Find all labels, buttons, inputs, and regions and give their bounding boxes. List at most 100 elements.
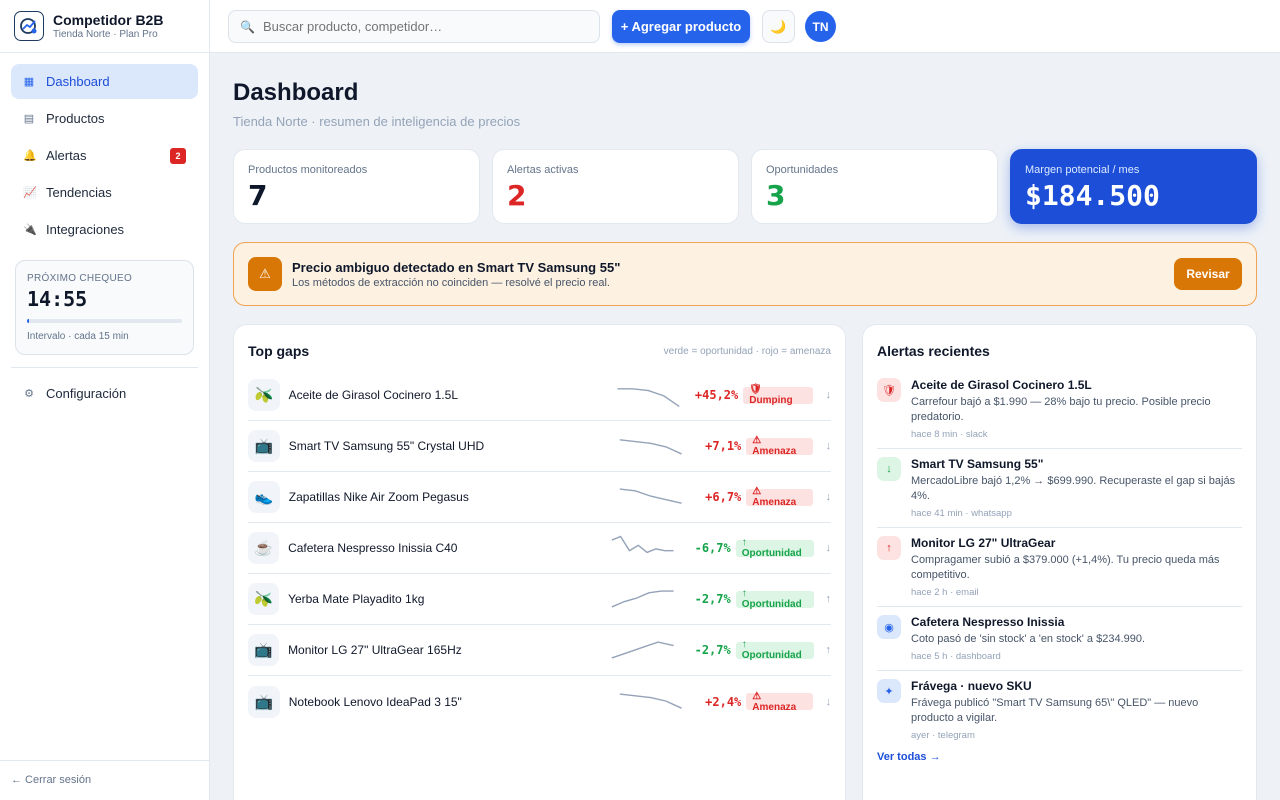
sidebar-item-tendencias[interactable]: 📈 Tendencias	[11, 175, 198, 210]
topbar: 🔍 + Agregar producto 🌙 TN	[210, 0, 1280, 53]
brand-sub: Tienda Norte · Plan Pro	[53, 29, 158, 40]
sparkline-line	[620, 692, 683, 709]
banner-title: Precio ambiguo detectado en Smart TV Sam…	[292, 259, 621, 275]
product-name: Yerba Mate Playadito 1kg	[288, 592, 425, 606]
alert-type-icon: 🛡	[877, 378, 901, 402]
gap-row[interactable]: 📺 Smart TV Samsung 55" Crystal UHD +7,1% ⚠ …	[248, 421, 831, 472]
trend-arrow-icon[interactable]: ↓	[813, 696, 832, 708]
sidebar-item-integraciones[interactable]: 🔌 Integraciones	[11, 212, 198, 247]
recent-alert-item[interactable]: ↓ Smart TV Samsung 55" MercadoLibre bajó 1…	[877, 449, 1242, 528]
gap-row[interactable]: 👟 Zapatillas Nike Air Zoom Pegasus +6,7% ⚠ …	[248, 472, 831, 523]
gap-row[interactable]: 📺 Notebook Lenovo IdeaPad 3 15" +2,4% ⚠ Ame…	[248, 676, 831, 727]
ambiguous-price-banner: ⚠ Precio ambiguo detectado en Smart TV S…	[233, 242, 1257, 306]
next-check-label: PRÓXIMO CHEQUEO	[27, 273, 133, 284]
warning-icon: ⚠	[248, 257, 282, 291]
recent-alert-item[interactable]: 🛡 Aceite de Girasol Cocinero 1.5L Carrefou…	[877, 370, 1242, 449]
gap-tag: ⚠ Amenaza	[746, 435, 814, 457]
brand: Competidor B2B Tienda Norte · Plan Pro	[0, 0, 209, 53]
banner-text: Los métodos de extracción no coinciden —…	[292, 276, 610, 289]
sidebar-item-label: Dashboard	[46, 74, 110, 89]
stat-card-alertas: Alertas activas 2	[492, 149, 739, 224]
chart-icon: 📈	[23, 187, 37, 199]
add-product-button[interactable]: + Agregar producto	[612, 10, 750, 43]
product-name: Smart TV Samsung 55" Crystal UHD	[288, 439, 485, 453]
trend-sparkline	[620, 488, 683, 504]
search-input[interactable]	[262, 19, 583, 34]
sidebar-settings: ⚙ Configuración	[0, 368, 209, 411]
gap-tag: ⚠ Amenaza	[746, 486, 814, 508]
trend-sparkline	[620, 692, 683, 709]
sparkline-line	[620, 439, 683, 455]
stat-label: Alertas activas	[507, 164, 579, 176]
sparkline-line	[620, 488, 683, 504]
trend-sparkline	[620, 439, 683, 455]
next-check-time: 14:55	[27, 287, 88, 311]
trend-sparkline	[611, 590, 674, 608]
recent-alert-item[interactable]: ✦ Frávega · nuevo SKU Frávega publicó "Sma…	[877, 671, 1242, 749]
recent-alert-item[interactable]: ◉ Cafetera Nespresso Inissia Coto pasó de …	[877, 607, 1242, 671]
logo-icon	[14, 11, 44, 41]
trend-arrow-icon[interactable]: ↓	[813, 440, 832, 452]
moon-icon: 🌙	[770, 18, 787, 34]
product-thumb-icon: 📺	[248, 685, 280, 718]
gap-tag: ↑ Oportunidad	[735, 639, 814, 661]
sidebar-item-productos[interactable]: ▤ Productos	[11, 101, 198, 136]
see-all-link[interactable]: Ver todas →	[877, 751, 1242, 763]
sidebar-item-label: Integraciones	[46, 222, 125, 237]
product-name: Cafetera Nespresso Inissia C40	[288, 541, 458, 555]
alert-title: Smart TV Samsung 55"	[911, 457, 1044, 471]
alert-meta: hace 8 min · slack	[911, 429, 988, 440]
gap-row[interactable]: 📺 Monitor LG 27" UltraGear 165Hz -2,7% ↑ Op…	[248, 625, 831, 676]
search-box[interactable]: 🔍	[228, 10, 600, 43]
plug-icon: 🔌	[23, 224, 37, 236]
sidebar-item-alertas[interactable]: 🔔 Alertas 2	[11, 138, 198, 173]
alert-title: Aceite de Girasol Cocinero 1.5L	[911, 378, 1092, 392]
next-check-card: PRÓXIMO CHEQUEO 14:55 Intervalo · cada 1…	[15, 260, 194, 355]
avatar[interactable]: TN	[805, 11, 836, 42]
trend-arrow-icon[interactable]: ↓	[813, 491, 832, 503]
alert-title: Frávega · nuevo SKU	[911, 679, 1032, 693]
alert-text: Carrefour bajó a $1.990 — 28% bajo tu pr…	[911, 396, 1211, 423]
trend-arrow-icon[interactable]: ↓	[814, 542, 832, 554]
stat-card-productos: Productos monitoreados 7	[233, 149, 480, 224]
alert-count-badge: 2	[170, 147, 186, 164]
search-icon: 🔍	[240, 19, 255, 34]
trend-sparkline	[611, 641, 674, 659]
recent-alerts-list: 🛡 Aceite de Girasol Cocinero 1.5L Carrefou…	[877, 370, 1242, 749]
gap-row[interactable]: ☕ Cafetera Nespresso Inissia C40 -6,7% ↑ Op…	[248, 523, 831, 574]
sparkline-line	[611, 535, 674, 554]
sidebar-nav: ▦ Dashboard ▤ Productos 🔔 Alertas 2 📈 Te…	[0, 53, 209, 355]
stat-value: 3	[766, 179, 786, 212]
alert-type-icon: ✦	[877, 679, 901, 703]
sidebar-item-label: Tendencias	[46, 185, 112, 200]
product-thumb-icon: ☕	[248, 532, 280, 564]
recent-alerts-title: Alertas recientes	[877, 343, 990, 359]
alert-text: Frávega publicó "Smart TV Samsung 65\" Q…	[911, 697, 1199, 724]
trend-arrow-icon[interactable]: ↑	[814, 593, 832, 605]
sidebar-item-configuracion[interactable]: ⚙ Configuración	[11, 376, 198, 411]
top-gaps-legend: verde = oportunidad · rojo = amenaza	[663, 345, 831, 357]
trend-arrow-icon[interactable]: ↑	[814, 644, 832, 656]
stats-row: Productos monitoreados 7 Alertas activas…	[233, 149, 1257, 224]
sparkline-line	[611, 590, 674, 608]
trend-sparkline	[617, 388, 680, 408]
alert-meta: hace 2 h · email	[911, 587, 979, 598]
panels: Top gaps verde = oportunidad · rojo = am…	[233, 324, 1257, 800]
alert-type-icon: ◉	[877, 615, 901, 639]
theme-toggle-button[interactable]: 🌙	[762, 10, 795, 43]
product-name: Aceite de Girasol Cocinero 1.5L	[288, 388, 458, 402]
logout-link[interactable]: ← Cerrar sesión	[0, 760, 210, 800]
trend-arrow-icon[interactable]: ↓	[813, 389, 832, 401]
gap-row[interactable]: 🫒 Aceite de Girasol Cocinero 1.5L +45,2% 🛡 …	[248, 370, 831, 421]
page-subtitle: Tienda Norte · resumen de inteligencia d…	[233, 114, 521, 129]
review-button[interactable]: Revisar	[1174, 258, 1242, 290]
alert-text: MercadoLibre bajó 1,2% → $699.990. Recup…	[911, 475, 1236, 502]
sidebar-item-label: Configuración	[46, 386, 127, 401]
gap-row[interactable]: 🫒 Yerba Mate Playadito 1kg -2,7% ↑ Oportuni…	[248, 574, 831, 625]
stat-value: $184.500	[1025, 179, 1160, 212]
recent-alert-item[interactable]: ↑ Monitor LG 27" UltraGear Compragamer sub…	[877, 528, 1242, 607]
stat-value: 7	[248, 179, 268, 212]
sidebar-item-dashboard[interactable]: ▦ Dashboard	[11, 64, 198, 99]
product-thumb-icon: 📺	[248, 430, 280, 462]
top-gaps-panel: Top gaps verde = oportunidad · rojo = am…	[233, 324, 846, 800]
